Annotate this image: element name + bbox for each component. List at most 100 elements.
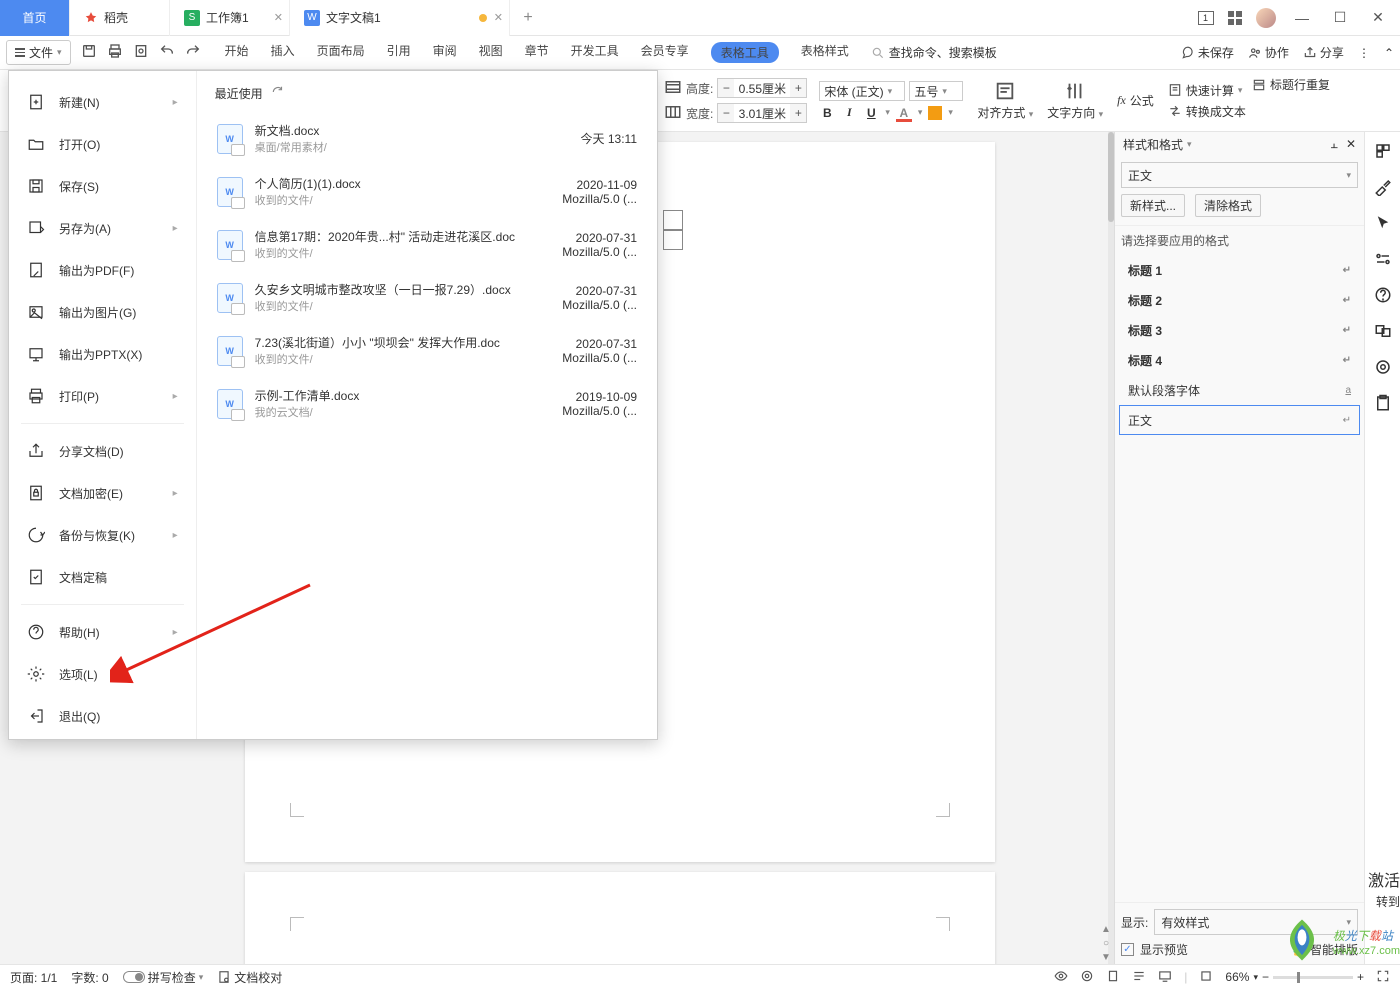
style-heading1[interactable]: 标题 1↵ [1119,255,1360,285]
undo-icon[interactable] [159,43,175,62]
menu-save[interactable]: 保存(S) [9,165,196,207]
tab-doc-active[interactable]: W 文字文稿1 ✕ [290,0,510,36]
file-menu-button[interactable]: 文件 ▾ [6,40,71,65]
brush-tool-icon[interactable] [1374,178,1392,196]
redo-icon[interactable] [185,43,201,62]
font-select[interactable]: 宋体 (正文)▾ [819,81,905,101]
save-icon[interactable] [81,43,97,62]
menu-image[interactable]: 输出为图片(G) [9,291,196,333]
share-button[interactable]: 分享 [1303,44,1344,61]
close-button[interactable]: ✕ [1366,6,1390,30]
user-avatar[interactable] [1256,8,1276,28]
location-icon[interactable] [1374,358,1392,376]
pin-icon[interactable]: ⫠ [1331,137,1338,152]
italic-button[interactable]: I [841,105,857,120]
page-indicator[interactable]: 页面: 1/1 [10,969,57,986]
underline-button[interactable]: U [863,106,879,120]
style-heading4[interactable]: 标题 4↵ [1119,345,1360,375]
height-spinner[interactable]: −+ [717,78,807,98]
translate-icon[interactable] [1374,322,1392,340]
tab-references[interactable]: 引用 [387,42,411,63]
help-tool-icon[interactable] [1374,286,1392,304]
tab-insert[interactable]: 插入 [271,42,295,63]
command-search[interactable]: 查找命令、搜索模板 [871,44,997,61]
style-default-font[interactable]: 默认段落字体a [1119,375,1360,405]
align-button[interactable]: 对齐方式 ▾ [977,80,1033,121]
fullscreen-icon[interactable] [1376,969,1390,986]
menu-pdf[interactable]: 输出为PDF(F) [9,249,196,291]
tab-review[interactable]: 审阅 [433,42,457,63]
new-tab-button[interactable]: + [510,9,546,27]
size-select[interactable]: 五号▾ [909,81,963,101]
width-spinner[interactable]: −+ [717,103,807,123]
menu-new[interactable]: 新建(N)▸ [9,81,196,123]
minimize-button[interactable]: — [1290,6,1314,30]
clear-format-button[interactable]: 清除格式 [1195,194,1261,217]
view-web-icon[interactable] [1158,969,1172,986]
zoom-control[interactable]: 66%▾ −+ [1225,970,1364,984]
recent-file-item[interactable]: W 个人简历(1)(1).docx收到的文件/ 2020-11-09Mozill… [215,165,639,218]
tab-table-tools[interactable]: 表格工具 [711,42,779,63]
clipboard-icon[interactable] [1374,394,1392,412]
menu-share-doc[interactable]: 分享文档(D) [9,430,196,472]
more-icon[interactable]: ⋮ [1358,46,1370,60]
print-icon[interactable] [107,43,123,62]
view-page-icon[interactable] [1106,969,1120,986]
scrollbar-vertical[interactable] [1108,132,1114,964]
title-repeat-button[interactable]: 标题行重复 [1252,76,1330,93]
table-cell[interactable] [663,210,683,230]
collapse-ribbon-icon[interactable]: ⌃ [1384,46,1394,60]
tab-dev[interactable]: 开发工具 [571,42,619,63]
word-count[interactable]: 字数: 0 [71,969,108,986]
refresh-icon[interactable] [271,85,285,102]
focus-icon[interactable] [1080,969,1094,986]
tab-layout[interactable]: 页面布局 [317,42,365,63]
menu-options[interactable]: 选项(L) [9,653,196,695]
quickcalc-button[interactable]: 快速计算▾ [1168,82,1246,99]
spellcheck-toggle[interactable]: 拼写检查▾ [123,969,204,986]
recent-file-item[interactable]: W 示例-工作清单.docx我的云文档/ 2019-10-09Mozilla/5… [215,377,639,430]
menu-help[interactable]: 帮助(H)▸ [9,611,196,653]
table-cell[interactable] [663,230,683,250]
close-pane-icon[interactable]: ✕ [1346,137,1356,152]
coop-button[interactable]: 协作 [1248,44,1289,61]
style-body[interactable]: 正文↵ [1119,405,1360,435]
recent-file-item[interactable]: W 新文档.docx桌面/常用素材/ 今天 13:11 [215,112,639,165]
highlight-button[interactable] [928,106,942,120]
app-grid-icon[interactable] [1228,11,1242,25]
tab-home[interactable]: 首页 [0,0,70,36]
unsaved-button[interactable]: 未保存 [1181,44,1234,61]
eye-icon[interactable] [1054,969,1068,986]
tab-docer[interactable]: 稻壳 [70,0,170,36]
tab-view[interactable]: 视图 [479,42,503,63]
close-icon[interactable]: ✕ [274,11,283,24]
menu-saveas[interactable]: 另存为(A)▸ [9,207,196,249]
preview-icon[interactable] [133,43,149,62]
formula-button[interactable]: fxfx 公式公式 [1117,92,1154,109]
tab-chapter[interactable]: 章节 [525,42,549,63]
bold-button[interactable]: B [819,106,835,120]
menu-finalize[interactable]: 文档定稿 [9,556,196,598]
settings-tool-icon[interactable] [1374,250,1392,268]
tab-member[interactable]: 会员专享 [641,42,689,63]
select-tool-icon[interactable] [1374,142,1392,160]
style-heading3[interactable]: 标题 3↵ [1119,315,1360,345]
new-style-button[interactable]: 新样式... [1121,194,1185,217]
menu-pptx[interactable]: 输出为PPTX(X) [9,333,196,375]
menu-backup[interactable]: 备份与恢复(K)▸ [9,514,196,556]
menu-encrypt[interactable]: 文档加密(E)▸ [9,472,196,514]
maximize-button[interactable]: ☐ [1328,6,1352,30]
recent-file-item[interactable]: W 7.23(溪北街道）小小 "坝坝会" 发挥大作用.doc收到的文件/ 202… [215,324,639,377]
menu-open[interactable]: 打开(O) [9,123,196,165]
preview-checkbox[interactable]: ✓ [1121,943,1134,956]
tab-start[interactable]: 开始 [225,42,249,63]
current-style-select[interactable]: 正文▾ [1121,162,1358,188]
menu-exit[interactable]: 退出(Q) [9,695,196,737]
cursor-icon[interactable] [1374,214,1392,232]
tab-workbook[interactable]: S 工作簿1 ✕ [170,0,290,36]
recent-file-item[interactable]: W 久安乡文明城市整改攻坚（一日一报7.29）.docx收到的文件/ 2020-… [215,271,639,324]
proofread-button[interactable]: 文档校对 [217,969,282,986]
recent-file-item[interactable]: W 信息第17期：2020年贵...村" 活动走进花溪区.doc收到的文件/ 2… [215,218,639,271]
view-outline-icon[interactable] [1132,969,1146,986]
style-heading2[interactable]: 标题 2↵ [1119,285,1360,315]
